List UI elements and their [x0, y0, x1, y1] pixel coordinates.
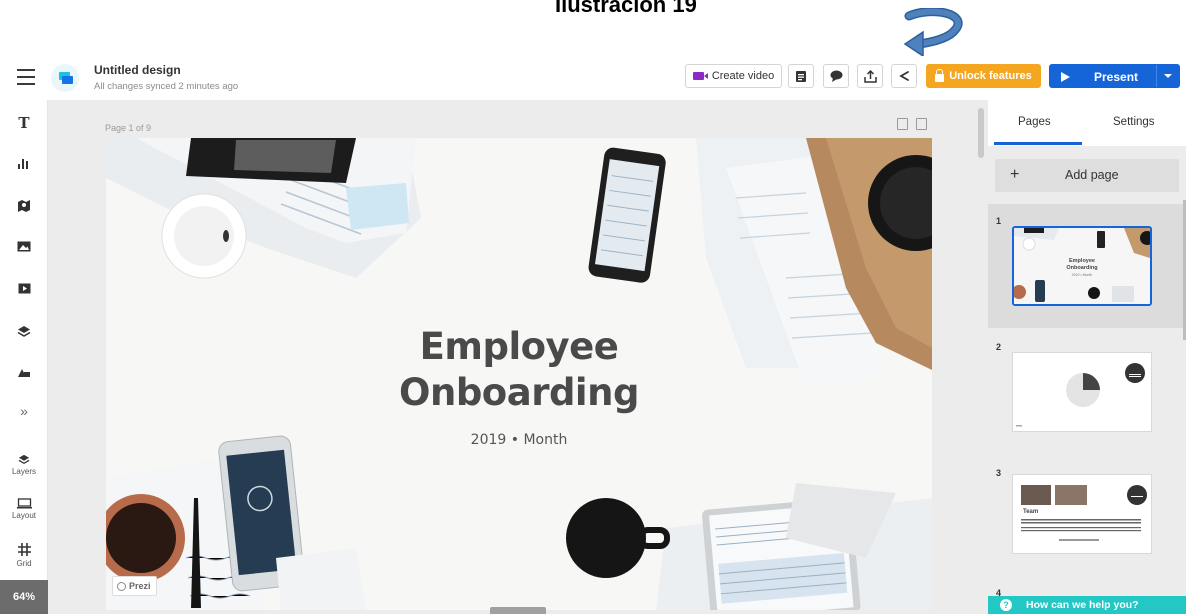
figure-caption: Ilustración 19 — [555, 0, 697, 17]
layout-label: Layout — [11, 511, 37, 520]
page-row-2[interactable]: 2 — [988, 336, 1186, 458]
page-row-1[interactable]: 1 Employee Onboarding 2019 • Month — [988, 204, 1186, 328]
grid-icon — [17, 543, 31, 556]
editor-canvas[interactable]: Page 1 of 9 Employee Onboarding 2019 • M… — [48, 100, 988, 614]
thumbnail-image — [1016, 363, 1145, 427]
present-divider — [1156, 65, 1157, 87]
share-button[interactable] — [891, 64, 917, 88]
map-tool[interactable] — [0, 199, 48, 213]
help-question-icon: ? — [1000, 599, 1012, 611]
unlock-features-button[interactable]: Unlock features — [926, 64, 1041, 88]
share-icon — [899, 71, 909, 81]
create-video-label: Create video — [711, 70, 775, 82]
app-logo[interactable] — [51, 64, 79, 92]
left-toolbar: T » Layers Layout Grid 64% — [0, 100, 48, 614]
tab-settings[interactable]: Settings — [1113, 116, 1155, 128]
layers-icon — [18, 454, 30, 465]
layers-tool[interactable] — [0, 325, 48, 338]
video-camera-icon — [692, 72, 708, 80]
slide-title-line-2: Onboarding — [399, 371, 639, 414]
lock-icon — [935, 68, 945, 82]
layout-icon — [16, 498, 32, 509]
prezi-badge-label: Prezi — [129, 581, 151, 591]
bottom-panel-handle[interactable] — [490, 607, 546, 614]
create-video-button[interactable]: Create video — [685, 64, 782, 88]
panel-tabs: Pages Settings — [988, 100, 1186, 146]
zoom-level[interactable]: 64% — [0, 580, 48, 614]
thumbnail-title: Employee Onboarding 2019 • Month — [1014, 258, 1150, 279]
canvas-scrollbar[interactable] — [978, 108, 984, 158]
layers-panel-button[interactable]: Layers — [0, 454, 48, 476]
comments-button[interactable] — [823, 64, 849, 88]
delete-page-icon[interactable] — [916, 118, 927, 130]
page-number: 3 — [996, 468, 1002, 478]
more-icon: » — [20, 403, 28, 419]
sync-status: All changes synced 2 minutes ago — [94, 81, 239, 92]
slide-1[interactable]: Employee Onboarding 2019 • Month Prezi — [106, 138, 932, 610]
page-number: 1 — [996, 216, 1002, 226]
shapes-icon — [18, 369, 30, 377]
thumbnail-subtitle: 2019 • Month — [1071, 273, 1093, 277]
hamburger-menu-icon[interactable] — [17, 69, 35, 85]
image-icon — [17, 241, 31, 252]
image-tool[interactable] — [0, 241, 48, 252]
notes-button[interactable] — [788, 64, 814, 88]
shapes-tool[interactable] — [0, 366, 48, 378]
present-label: Present — [1094, 70, 1139, 84]
add-page-button[interactable]: + Add page — [995, 159, 1179, 192]
thumbnail-title-text: Employee Onboarding — [1066, 258, 1098, 271]
comment-icon — [830, 70, 842, 82]
video-tool[interactable] — [0, 283, 48, 294]
slide-title[interactable]: Employee Onboarding — [106, 324, 932, 416]
page-indicator: Page 1 of 9 — [105, 123, 152, 133]
page-row-3[interactable]: 3 Team — [988, 462, 1186, 584]
slide-subtitle[interactable]: 2019 • Month — [106, 432, 932, 448]
help-label: How can we help you? — [1026, 599, 1139, 611]
export-icon — [863, 69, 877, 83]
chart-icon — [18, 159, 28, 169]
grid-button[interactable]: Grid — [0, 542, 48, 568]
plus-icon: + — [1010, 166, 1020, 183]
document-title[interactable]: Untitled design — [94, 63, 181, 77]
help-button[interactable]: ? How can we help you? — [988, 596, 1186, 614]
unlock-features-label: Unlock features — [949, 70, 1032, 82]
page-number: 2 — [996, 342, 1002, 352]
annotation-arrow-icon — [903, 8, 963, 58]
slide-title-line-1: Employee — [419, 325, 619, 368]
pages-panel: Pages Settings + Add page 1 Employee Onb… — [988, 100, 1186, 614]
text-icon: T — [18, 114, 30, 132]
play-icon — [1061, 72, 1070, 82]
video-icon — [18, 283, 30, 294]
page-thumbnail-3[interactable]: Team — [1012, 474, 1152, 554]
add-page-label: Add page — [1065, 168, 1119, 182]
page-tools — [897, 118, 927, 130]
map-icon — [18, 200, 30, 212]
duplicate-page-icon[interactable] — [897, 118, 908, 130]
app-root: Ilustración 19 Untitled design All chang… — [0, 0, 1186, 614]
layout-panel-button[interactable]: Layout — [0, 498, 48, 520]
more-tools[interactable]: » — [0, 403, 48, 419]
present-button[interactable]: Present — [1049, 64, 1180, 88]
grid-label: Grid — [16, 559, 32, 568]
thumbnail-label: Team — [1023, 509, 1039, 515]
notes-icon — [796, 70, 806, 82]
top-bar: Untitled design All changes synced 2 min… — [0, 56, 1186, 100]
layers-label: Layers — [11, 467, 36, 476]
tab-pages[interactable]: Pages — [1018, 116, 1051, 128]
prezi-logo-icon — [117, 581, 126, 591]
chart-tool[interactable] — [0, 157, 48, 169]
page-thumbnail-2[interactable] — [1012, 352, 1152, 432]
prezi-badge: Prezi — [112, 576, 157, 596]
active-tab-indicator — [994, 142, 1082, 145]
page-thumbnail-1[interactable]: Employee Onboarding 2019 • Month — [1012, 226, 1152, 306]
export-button[interactable] — [857, 64, 883, 88]
layers-stack-icon — [17, 326, 31, 337]
text-tool[interactable]: T — [0, 114, 48, 132]
present-options-caret-icon[interactable] — [1164, 74, 1172, 78]
